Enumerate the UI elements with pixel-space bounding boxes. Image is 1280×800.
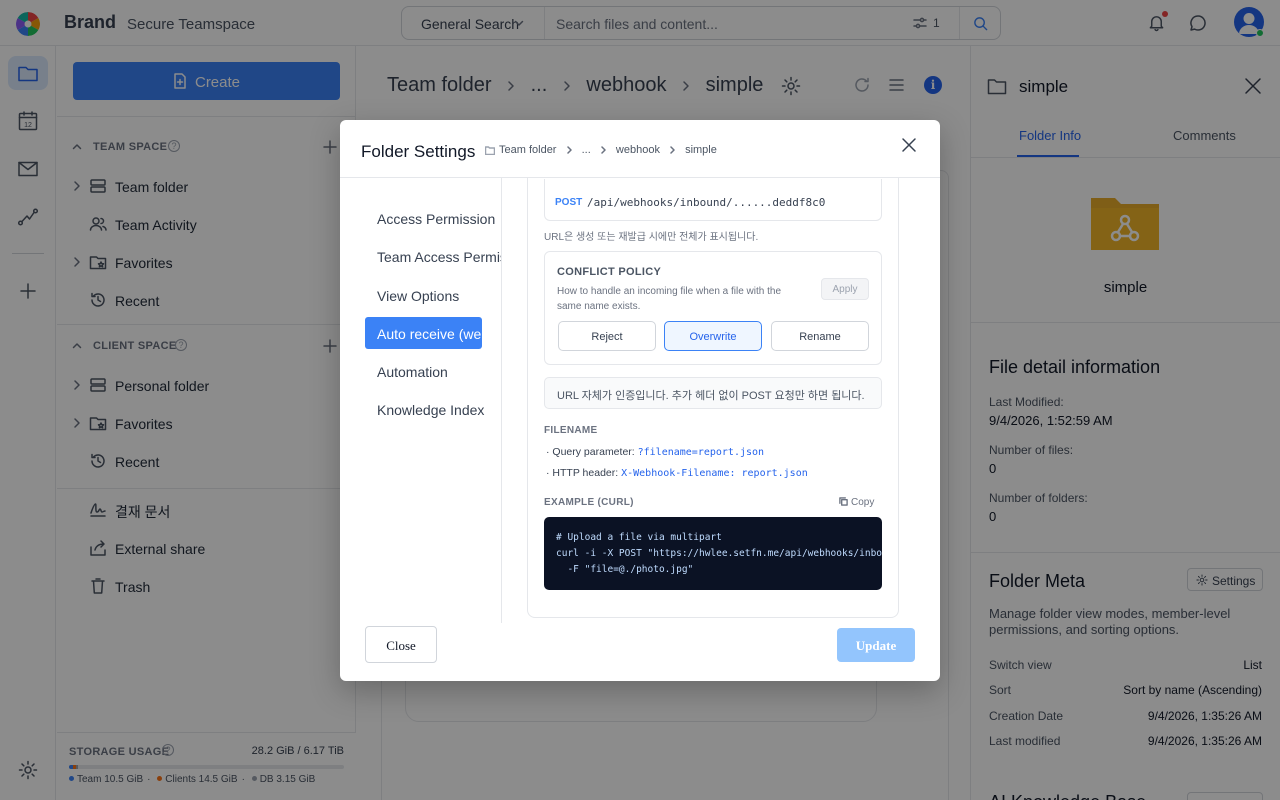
apply-button[interactable]: Apply — [821, 278, 869, 300]
chevron-right-icon — [566, 146, 572, 154]
close-icon[interactable] — [901, 137, 917, 153]
modal-title: Folder Settings — [361, 142, 476, 161]
webhook-url: /api/webhooks/inbound/......deddf8c0 — [587, 196, 826, 209]
example-title: EXAMPLE (CURL) — [544, 497, 634, 508]
conflict-policy-title: CONFLICT POLICY — [557, 266, 662, 278]
filename-header-row: · HTTP header: X-Webhook-Filename: repor… — [546, 467, 808, 479]
filename-header-label: · HTTP header: — [546, 467, 622, 479]
update-button[interactable]: Update — [837, 628, 915, 662]
webhook-url-box: POST /api/webhooks/inbound/......deddf8c… — [544, 179, 882, 221]
filename-title: FILENAME — [544, 425, 598, 436]
settings-content: POST /api/webhooks/inbound/......deddf8c… — [503, 178, 940, 623]
settings-nav-team-access-permission[interactable]: Team Access Permission — [365, 240, 501, 272]
option-rename[interactable]: Rename — [771, 321, 869, 351]
modal-breadcrumb-item: ... — [581, 144, 591, 157]
settings-nav-access-permission[interactable]: Access Permission — [365, 202, 501, 234]
settings-nav-view-options[interactable]: View Options — [365, 279, 501, 311]
modal-breadcrumb-item: Team folder — [499, 144, 557, 157]
settings-nav: Access Permission Team Access Permission… — [340, 178, 502, 623]
chevron-right-icon — [670, 146, 675, 154]
curl-code-block: # Upload a file via multipart curl -i -X… — [544, 517, 882, 590]
filename-query-code: ?filename=report.json — [637, 447, 765, 458]
modal-breadcrumb-item: webhook — [615, 144, 660, 157]
copy-button[interactable]: Copy — [839, 497, 874, 508]
auth-note: URL 자체가 인증입니다. 추가 헤더 없이 POST 요청만 하면 됩니다. — [544, 377, 882, 409]
folder-icon — [485, 145, 495, 155]
conflict-policy-description: How to handle an incoming file when a fi… — [557, 286, 782, 312]
url-method: POST — [555, 197, 583, 208]
copy-label: Copy — [851, 497, 875, 508]
filename-header-code: X-Webhook-Filename: report.json — [621, 468, 808, 479]
option-overwrite[interactable]: Overwrite — [664, 321, 762, 351]
filename-query-row: · Query parameter: ?filename=report.json — [546, 446, 764, 458]
modal-breadcrumb-item: simple — [685, 144, 717, 157]
modal-breadcrumb: Team folder ... webhook simple — [485, 144, 717, 156]
settings-nav-automation[interactable]: Automation — [365, 355, 501, 387]
folder-settings-modal: Folder Settings Team folder ... webhook … — [340, 120, 940, 681]
option-reject[interactable]: Reject — [558, 321, 656, 351]
filename-query-label: · Query parameter: — [546, 446, 638, 458]
modal-footer: Close Update — [340, 623, 940, 681]
settings-nav-knowledge-index[interactable]: Knowledge Index — [365, 393, 501, 425]
webhook-card: POST /api/webhooks/inbound/......deddf8c… — [527, 178, 899, 618]
copy-icon — [839, 497, 848, 506]
close-button[interactable]: Close — [365, 626, 437, 663]
settings-nav-auto-receive[interactable]: Auto receive (webhook) — [365, 317, 482, 349]
url-note: URL은 생성 또는 재발급 시에만 전체가 표시됩니다. — [544, 232, 759, 243]
modal-header: Folder Settings Team folder ... webhook … — [340, 120, 940, 178]
chevron-right-icon — [601, 146, 606, 154]
conflict-policy-section: CONFLICT POLICY How to handle an incomin… — [544, 251, 882, 365]
